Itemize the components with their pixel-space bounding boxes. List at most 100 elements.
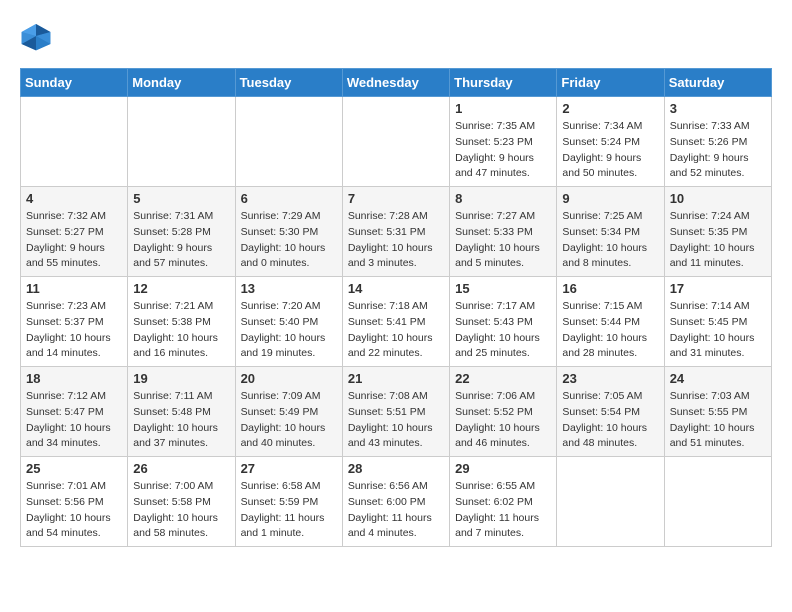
- calendar-cell: 17 Sunrise: 7:14 AMSunset: 5:45 PMDayligh…: [664, 277, 771, 367]
- day-info: Sunrise: 7:18 AMSunset: 5:41 PMDaylight:…: [348, 299, 444, 362]
- day-info: Sunrise: 7:23 AMSunset: 5:37 PMDaylight:…: [26, 299, 122, 362]
- header-wednesday: Wednesday: [342, 69, 449, 97]
- day-info: Sunrise: 7:31 AMSunset: 5:28 PMDaylight:…: [133, 209, 229, 272]
- day-number: 2: [562, 101, 658, 116]
- calendar-cell: 13Sunrise: 7:20 AMSunset: 5:40 PMDayligh…: [235, 277, 342, 367]
- day-number: 17: [670, 281, 766, 296]
- day-info: Sunrise: 7:08 AMSunset: 5:51 PMDaylight:…: [348, 389, 444, 452]
- day-number: 8: [455, 191, 551, 206]
- logo: [20, 20, 56, 52]
- calendar-cell: 18 Sunrise: 7:12 AMSunset: 5:47 PMDayligh…: [21, 367, 128, 457]
- calendar-cell: 22 Sunrise: 7:06 AMSunset: 5:52 PMDayligh…: [450, 367, 557, 457]
- calendar-cell: 20 Sunrise: 7:09 AMSunset: 5:49 PMDayligh…: [235, 367, 342, 457]
- day-info: Sunrise: 7:05 AMSunset: 5:54 PMDaylight:…: [562, 389, 658, 452]
- day-number: 25: [26, 461, 122, 476]
- calendar-cell: 25 Sunrise: 7:01 AMSunset: 5:56 PMDayligh…: [21, 457, 128, 547]
- day-info: Sunrise: 7:12 AMSunset: 5:47 PMDaylight:…: [26, 389, 122, 452]
- day-number: 24: [670, 371, 766, 386]
- week-row-3: 11 Sunrise: 7:23 AMSunset: 5:37 PMDayligh…: [21, 277, 772, 367]
- day-info: Sunrise: 7:27 AMSunset: 5:33 PMDaylight:…: [455, 209, 551, 272]
- calendar-cell: [342, 97, 449, 187]
- day-number: 1: [455, 101, 551, 116]
- day-info: Sunrise: 7:14 AMSunset: 5:45 PMDaylight:…: [670, 299, 766, 362]
- calendar-cell: 21 Sunrise: 7:08 AMSunset: 5:51 PMDayligh…: [342, 367, 449, 457]
- day-number: 26: [133, 461, 229, 476]
- day-number: 11: [26, 281, 122, 296]
- day-number: 21: [348, 371, 444, 386]
- day-info: Sunrise: 7:00 AMSunset: 5:58 PMDaylight:…: [133, 479, 229, 542]
- calendar-cell: 28Sunrise: 6:56 AMSunset: 6:00 PMDayligh…: [342, 457, 449, 547]
- header-sunday: Sunday: [21, 69, 128, 97]
- day-number: 18: [26, 371, 122, 386]
- calendar-cell: 8 Sunrise: 7:27 AMSunset: 5:33 PMDaylight…: [450, 187, 557, 277]
- day-number: 16: [562, 281, 658, 296]
- header-tuesday: Tuesday: [235, 69, 342, 97]
- calendar-cell: 14 Sunrise: 7:18 AMSunset: 5:41 PMDayligh…: [342, 277, 449, 367]
- calendar-cell: 3Sunrise: 7:33 AMSunset: 5:26 PMDaylight…: [664, 97, 771, 187]
- day-info: Sunrise: 7:35 AMSunset: 5:23 PMDaylight:…: [455, 119, 551, 182]
- header-monday: Monday: [128, 69, 235, 97]
- calendar-cell: 23 Sunrise: 7:05 AMSunset: 5:54 PMDayligh…: [557, 367, 664, 457]
- calendar-cell: 29 Sunrise: 6:55 AMSunset: 6:02 PMDayligh…: [450, 457, 557, 547]
- day-number: 6: [241, 191, 337, 206]
- day-info: Sunrise: 7:32 AMSunset: 5:27 PMDaylight:…: [26, 209, 122, 272]
- day-info: Sunrise: 7:33 AMSunset: 5:26 PMDaylight:…: [670, 119, 766, 182]
- weekday-header-row: SundayMondayTuesdayWednesdayThursdayFrid…: [21, 69, 772, 97]
- day-info: Sunrise: 7:29 AMSunset: 5:30 PMDaylight:…: [241, 209, 337, 272]
- day-info: Sunrise: 7:17 AMSunset: 5:43 PMDaylight:…: [455, 299, 551, 362]
- calendar-cell: [557, 457, 664, 547]
- header-friday: Friday: [557, 69, 664, 97]
- day-number: 5: [133, 191, 229, 206]
- calendar-cell: 15 Sunrise: 7:17 AMSunset: 5:43 PMDayligh…: [450, 277, 557, 367]
- day-number: 15: [455, 281, 551, 296]
- calendar-cell: 5 Sunrise: 7:31 AMSunset: 5:28 PMDaylight…: [128, 187, 235, 277]
- logo-icon: [20, 20, 52, 52]
- calendar-cell: 12Sunrise: 7:21 AMSunset: 5:38 PMDayligh…: [128, 277, 235, 367]
- day-info: Sunrise: 7:28 AMSunset: 5:31 PMDaylight:…: [348, 209, 444, 272]
- week-row-4: 18 Sunrise: 7:12 AMSunset: 5:47 PMDayligh…: [21, 367, 772, 457]
- day-info: Sunrise: 6:55 AMSunset: 6:02 PMDaylight:…: [455, 479, 551, 542]
- day-info: Sunrise: 7:34 AMSunset: 5:24 PMDaylight:…: [562, 119, 658, 182]
- calendar-cell: 9 Sunrise: 7:25 AMSunset: 5:34 PMDaylight…: [557, 187, 664, 277]
- day-number: 20: [241, 371, 337, 386]
- calendar-cell: 6 Sunrise: 7:29 AMSunset: 5:30 PMDaylight…: [235, 187, 342, 277]
- calendar-cell: 10 Sunrise: 7:24 AMSunset: 5:35 PMDayligh…: [664, 187, 771, 277]
- week-row-5: 25 Sunrise: 7:01 AMSunset: 5:56 PMDayligh…: [21, 457, 772, 547]
- day-number: 22: [455, 371, 551, 386]
- day-number: 13: [241, 281, 337, 296]
- day-info: Sunrise: 7:21 AMSunset: 5:38 PMDaylight:…: [133, 299, 229, 362]
- calendar-cell: 11 Sunrise: 7:23 AMSunset: 5:37 PMDayligh…: [21, 277, 128, 367]
- day-number: 19: [133, 371, 229, 386]
- week-row-1: 1 Sunrise: 7:35 AMSunset: 5:23 PMDaylight…: [21, 97, 772, 187]
- calendar-cell: 2 Sunrise: 7:34 AMSunset: 5:24 PMDaylight…: [557, 97, 664, 187]
- header-saturday: Saturday: [664, 69, 771, 97]
- day-info: Sunrise: 7:11 AMSunset: 5:48 PMDaylight:…: [133, 389, 229, 452]
- calendar-cell: 24 Sunrise: 7:03 AMSunset: 5:55 PMDayligh…: [664, 367, 771, 457]
- day-info: Sunrise: 7:25 AMSunset: 5:34 PMDaylight:…: [562, 209, 658, 272]
- day-number: 7: [348, 191, 444, 206]
- day-info: Sunrise: 7:24 AMSunset: 5:35 PMDaylight:…: [670, 209, 766, 272]
- day-number: 10: [670, 191, 766, 206]
- day-info: Sunrise: 7:15 AMSunset: 5:44 PMDaylight:…: [562, 299, 658, 362]
- calendar-cell: 7 Sunrise: 7:28 AMSunset: 5:31 PMDaylight…: [342, 187, 449, 277]
- calendar-cell: [21, 97, 128, 187]
- calendar-cell: [664, 457, 771, 547]
- calendar-cell: [128, 97, 235, 187]
- day-info: Sunrise: 7:03 AMSunset: 5:55 PMDaylight:…: [670, 389, 766, 452]
- calendar-cell: 16 Sunrise: 7:15 AMSunset: 5:44 PMDayligh…: [557, 277, 664, 367]
- day-info: Sunrise: 6:56 AMSunset: 6:00 PMDaylight:…: [348, 479, 444, 542]
- calendar-cell: 4 Sunrise: 7:32 AMSunset: 5:27 PMDaylight…: [21, 187, 128, 277]
- day-number: 14: [348, 281, 444, 296]
- day-info: Sunrise: 7:09 AMSunset: 5:49 PMDaylight:…: [241, 389, 337, 452]
- day-info: Sunrise: 7:06 AMSunset: 5:52 PMDaylight:…: [455, 389, 551, 452]
- day-number: 29: [455, 461, 551, 476]
- day-number: 23: [562, 371, 658, 386]
- day-number: 4: [26, 191, 122, 206]
- calendar-cell: [235, 97, 342, 187]
- calendar-cell: 27Sunrise: 6:58 AMSunset: 5:59 PMDayligh…: [235, 457, 342, 547]
- week-row-2: 4 Sunrise: 7:32 AMSunset: 5:27 PMDaylight…: [21, 187, 772, 277]
- day-info: Sunrise: 7:01 AMSunset: 5:56 PMDaylight:…: [26, 479, 122, 542]
- header-thursday: Thursday: [450, 69, 557, 97]
- page-header: [20, 20, 772, 52]
- day-number: 9: [562, 191, 658, 206]
